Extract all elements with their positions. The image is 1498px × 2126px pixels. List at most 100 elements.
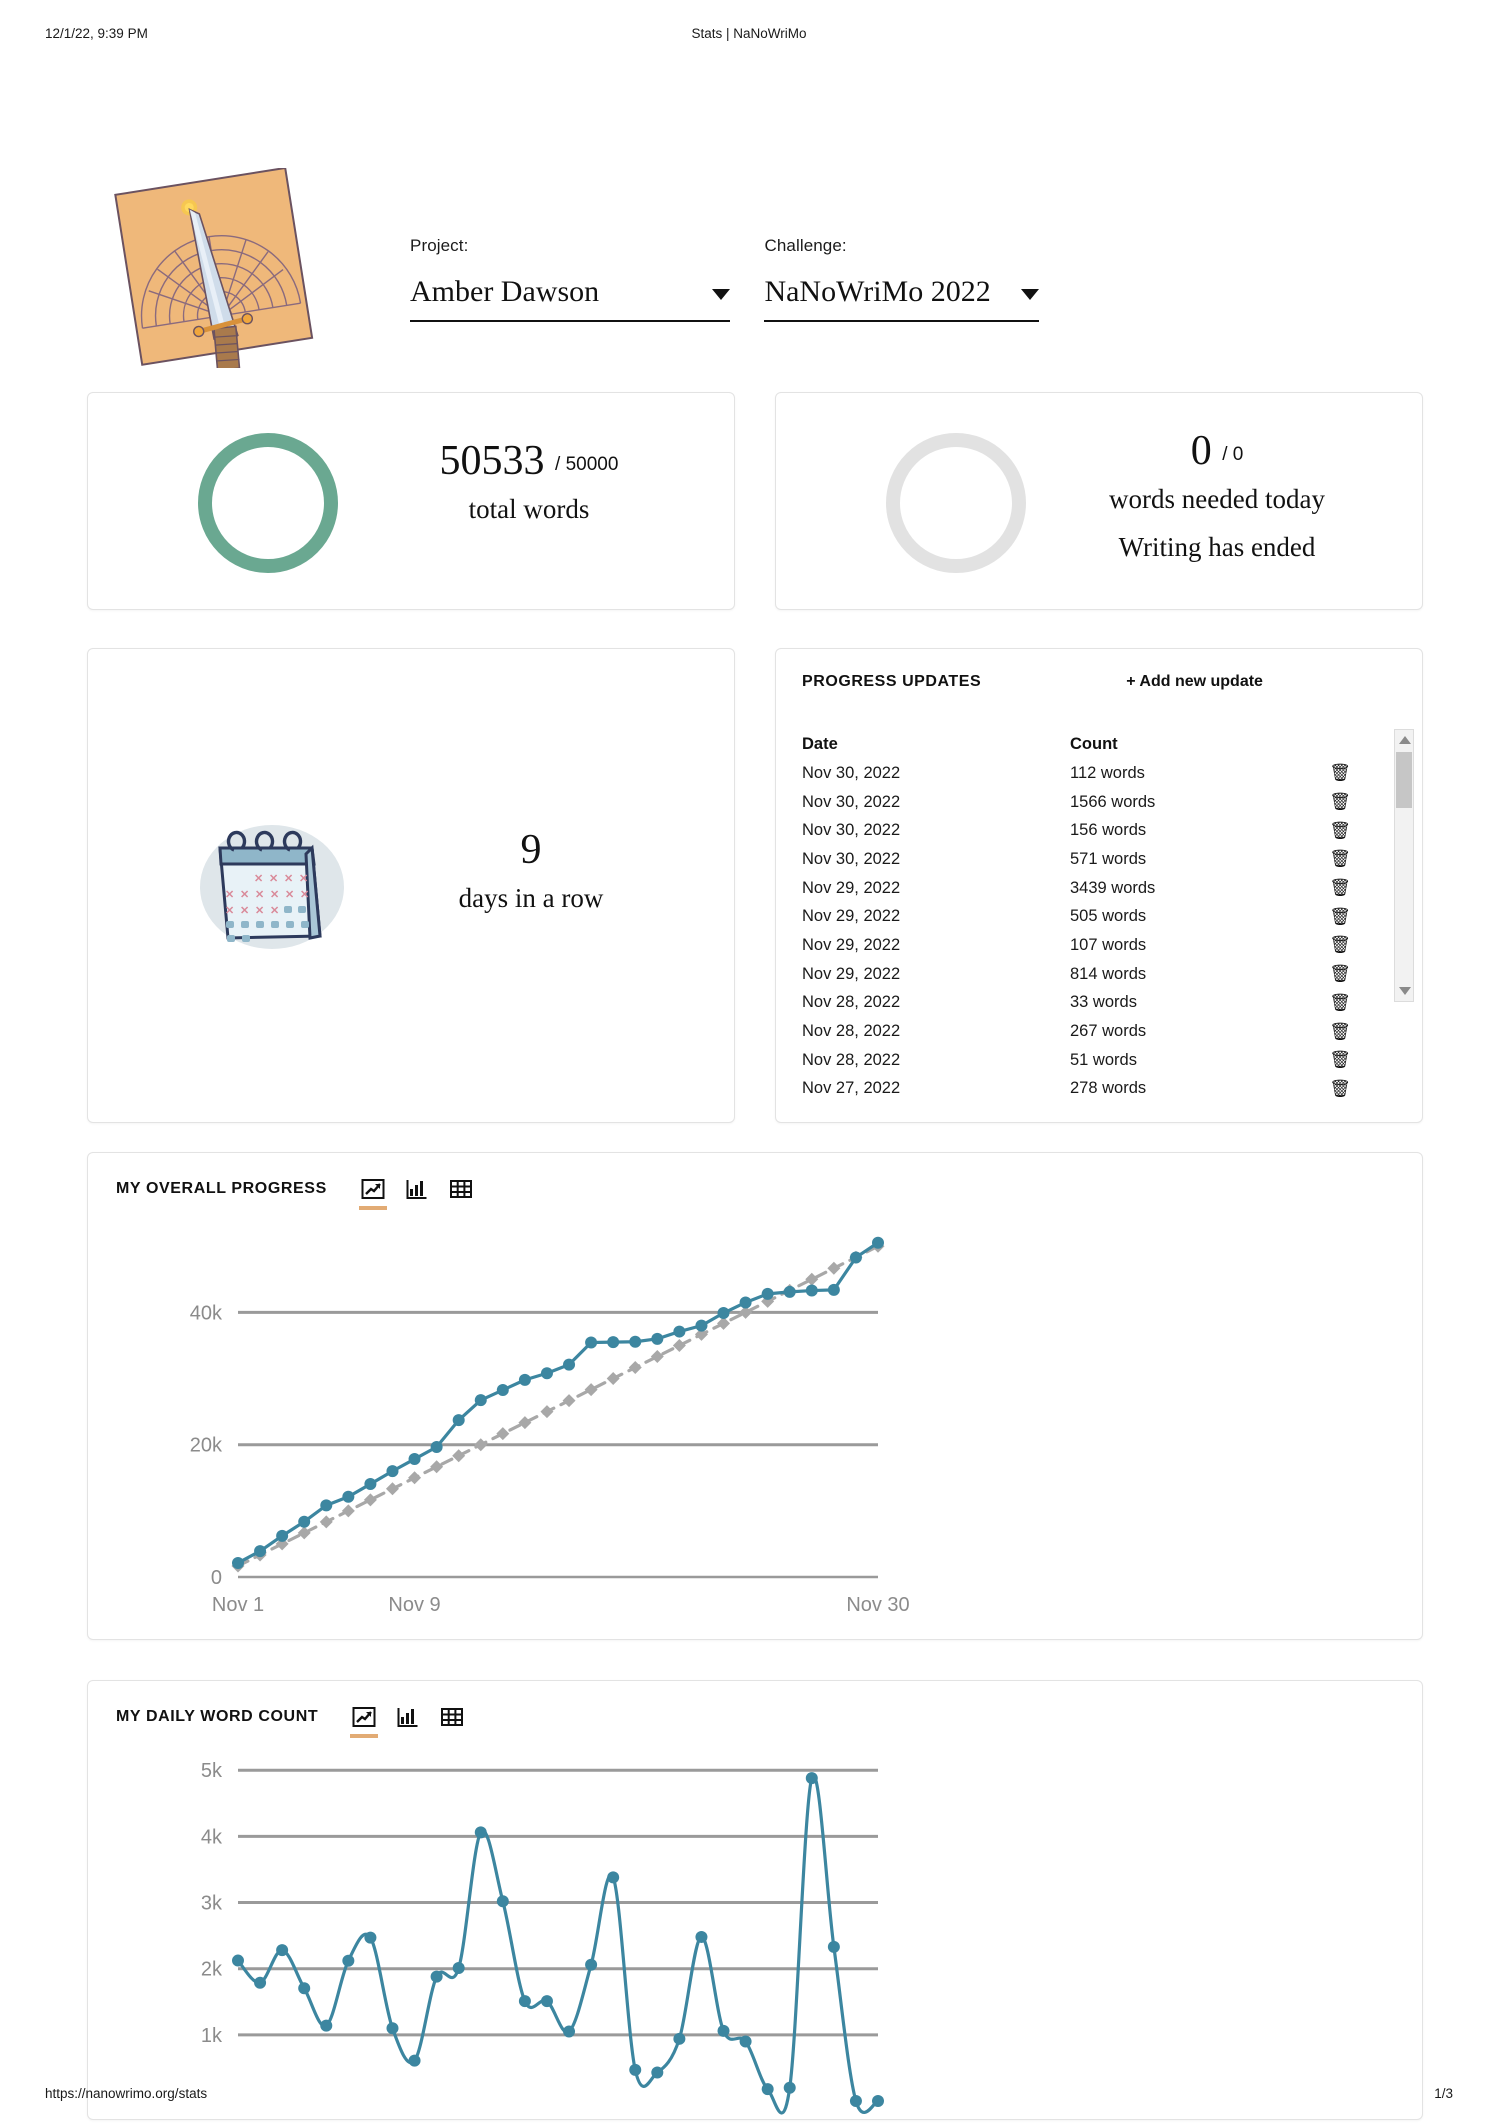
svg-text:✕: ✕: [300, 889, 309, 901]
data-point: [672, 1338, 686, 1352]
y-axis-tick: 4k: [201, 1826, 223, 1848]
x-axis-tick: Nov 1: [212, 1594, 264, 1616]
data-point: [452, 1962, 465, 1975]
today-words-value: 0 / 0: [1052, 429, 1382, 473]
data-point: [496, 1895, 509, 1908]
calendar-icon: ✕ ✕ ✕ ✕ ✕ ✕ ✕ ✕ ✕ ✕ ✕ ✕ ✕ ✕: [194, 824, 350, 950]
data-point: [673, 2032, 686, 2045]
data-point: [452, 1414, 465, 1427]
delete-update-icon[interactable]: 🗑: [1320, 821, 1360, 841]
data-point: [430, 1441, 443, 1454]
daily-word-count-plot: 1k 2k 3k 4k 5k: [88, 1743, 1422, 2119]
list-fade-overlay: [802, 1106, 1386, 1122]
svg-text:✕: ✕: [269, 873, 278, 885]
data-point: [385, 1482, 399, 1496]
data-point: [651, 1332, 664, 1345]
data-point: [342, 1954, 355, 1967]
data-point: [254, 1976, 267, 1989]
update-count: 112 words: [1070, 763, 1145, 782]
table-header-row: Date Count: [802, 729, 1408, 759]
total-words-value: 50533 / 50000: [364, 439, 694, 483]
table-row: Nov 30, 2022 1566 words 🗑: [802, 788, 1408, 817]
data-point: [496, 1427, 510, 1441]
overall-progress-plot: 0 20k 40k Nov 1 Nov 9 Nov 30: [88, 1215, 1422, 1639]
add-new-update-button[interactable]: + Add new update: [1126, 673, 1263, 691]
update-count: 51 words: [1070, 1050, 1137, 1069]
table-row: Nov 29, 2022 505 words 🗑: [802, 902, 1408, 931]
scroll-up-icon[interactable]: [1399, 736, 1411, 744]
line-chart-icon[interactable]: [350, 1705, 379, 1738]
table-icon[interactable]: [449, 1177, 473, 1201]
today-words-count: 0: [1190, 428, 1212, 474]
update-date: Nov 30, 2022: [802, 849, 901, 868]
bar-chart-icon[interactable]: [405, 1177, 429, 1201]
table-row: Nov 29, 2022 3439 words 🗑: [802, 874, 1408, 903]
delete-update-icon[interactable]: 🗑: [1320, 763, 1360, 783]
data-point: [562, 1394, 576, 1408]
chevron-down-icon[interactable]: [712, 288, 730, 300]
y-axis-tick: 5k: [201, 1760, 223, 1782]
data-point: [320, 2019, 333, 2032]
delete-update-icon[interactable]: 🗑: [1320, 964, 1360, 984]
delete-update-icon[interactable]: 🗑: [1320, 792, 1360, 812]
data-point: [827, 1261, 841, 1275]
table-row: Nov 30, 2022 571 words 🗑: [802, 845, 1408, 874]
delete-update-icon[interactable]: 🗑: [1320, 1022, 1360, 1042]
progress-updates-scrollbar[interactable]: [1394, 729, 1414, 1002]
data-point: [628, 1361, 642, 1375]
delete-update-icon[interactable]: 🗑: [1320, 993, 1360, 1013]
table-row: Nov 30, 2022 156 words 🗑: [802, 816, 1408, 845]
project-selector[interactable]: Project: Amber Dawson: [410, 236, 730, 322]
challenge-selector[interactable]: Challenge: NaNoWriMo 2022: [764, 236, 1040, 322]
total-words-count: 50533: [439, 438, 545, 484]
line-chart-icon[interactable]: [358, 1177, 387, 1210]
print-footer-url: https://nanowrimo.org/stats: [45, 2086, 208, 2101]
update-count: 1566 words: [1070, 792, 1156, 811]
delete-update-icon[interactable]: 🗑: [1320, 1079, 1360, 1099]
data-point: [518, 1416, 532, 1430]
table-icon[interactable]: [440, 1705, 464, 1729]
update-count: 33 words: [1070, 993, 1137, 1012]
update-date: Nov 30, 2022: [802, 763, 901, 782]
table-row: Nov 29, 2022 814 words 🗑: [802, 960, 1408, 989]
update-count: 571 words: [1070, 849, 1147, 868]
scrollbar-thumb[interactable]: [1396, 752, 1412, 808]
column-header-date: Date: [802, 734, 838, 753]
scroll-down-icon[interactable]: [1399, 987, 1411, 995]
data-point: [739, 2035, 752, 2048]
data-point: [386, 1465, 399, 1478]
x-axis-tick: Nov 9: [388, 1594, 440, 1616]
data-point: [540, 1995, 553, 2008]
delete-update-icon[interactable]: 🗑: [1320, 935, 1360, 955]
update-date: Nov 29, 2022: [802, 935, 901, 954]
data-point: [452, 1449, 466, 1463]
data-point: [607, 1871, 620, 1884]
data-point: [783, 1285, 796, 1298]
delete-update-icon[interactable]: 🗑: [1320, 1050, 1360, 1070]
delete-update-icon[interactable]: 🗑: [1320, 907, 1360, 927]
table-row: Nov 28, 2022 267 words 🗑: [802, 1017, 1408, 1046]
data-point: [607, 1336, 620, 1349]
chevron-down-icon[interactable]: [1021, 288, 1040, 300]
update-count: 278 words: [1070, 1079, 1147, 1098]
delete-update-icon[interactable]: 🗑: [1320, 849, 1360, 869]
challenge-value: NaNoWriMo 2022: [764, 275, 991, 308]
data-point: [650, 1349, 664, 1363]
data-point: [651, 2066, 664, 2079]
challenge-label: Challenge:: [764, 236, 847, 255]
update-date: Nov 28, 2022: [802, 1022, 901, 1041]
progress-updates-rows: Nov 30, 2022 112 words 🗑 Nov 30, 2022 1566 w…: [802, 759, 1408, 1103]
svg-text:✕: ✕: [255, 905, 264, 917]
data-point: [363, 1493, 377, 1507]
svg-text:✕: ✕: [254, 873, 263, 885]
bar-chart-icon[interactable]: [396, 1705, 420, 1729]
series-line: [236, 1244, 880, 1568]
update-date: Nov 29, 2022: [802, 964, 901, 983]
data-point: [761, 2083, 774, 2096]
data-point: [232, 1556, 244, 1569]
print-footer-page: 1/3: [1434, 2086, 1453, 2101]
update-date: Nov 29, 2022: [802, 907, 901, 926]
y-axis-tick: 1k: [201, 2025, 223, 2047]
delete-update-icon[interactable]: 🗑: [1320, 878, 1360, 898]
data-point: [695, 1319, 708, 1332]
